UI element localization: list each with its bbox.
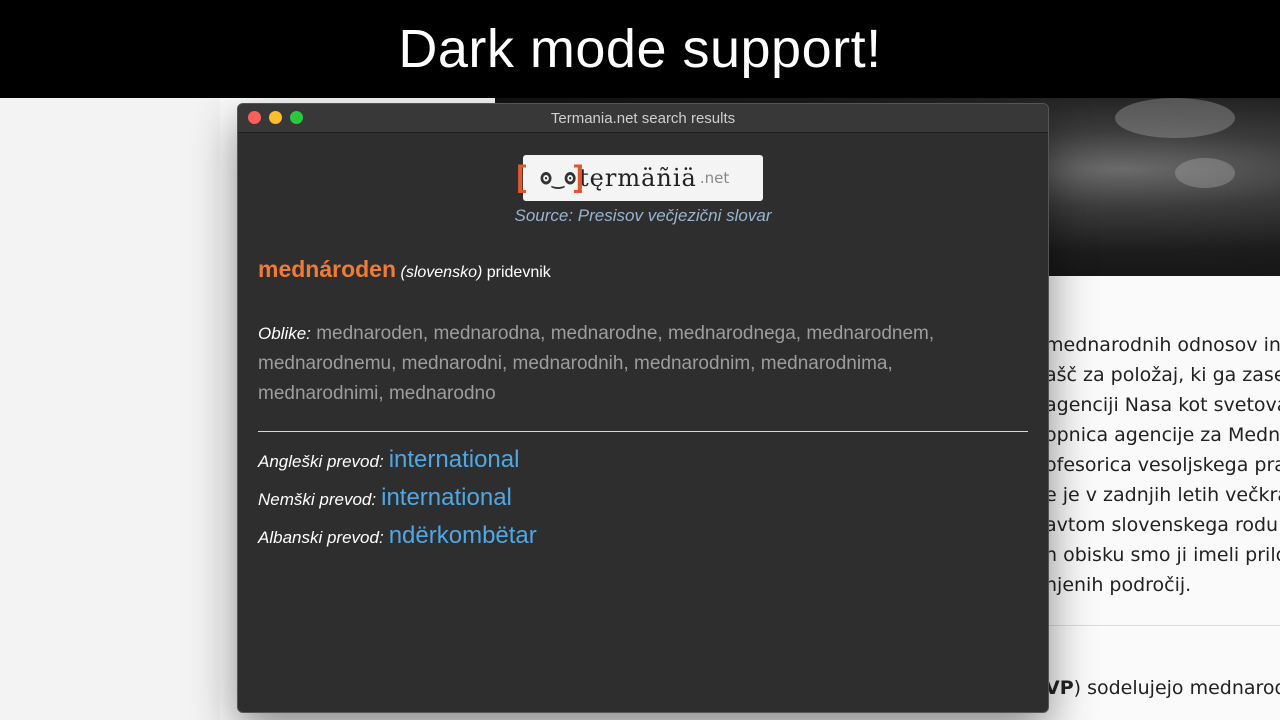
- translation-link[interactable]: international: [389, 446, 520, 474]
- translation-link[interactable]: international: [381, 484, 512, 512]
- minimize-window-button[interactable]: [269, 111, 282, 124]
- translation-link[interactable]: ndërkombëtar: [389, 522, 537, 550]
- section-divider: [258, 431, 1028, 432]
- translation-row: Angleški prevod: international: [258, 446, 1028, 484]
- termania-results-window: Termania.net search results [ ] ʘ‿ʘ tęrmä…: [237, 103, 1049, 713]
- translation-label: Nemški prevod:: [258, 490, 377, 509]
- zoom-window-button[interactable]: [290, 111, 303, 124]
- bottom-bold: VP: [1045, 677, 1074, 699]
- traffic-lights: [248, 111, 303, 124]
- promo-banner: Dark mode support!: [0, 0, 1280, 98]
- dictionary-source: Source: Presisov večjezični slovar: [514, 206, 772, 225]
- part-of-speech: pridevnik: [486, 264, 551, 281]
- forms-line: mednarodnemu, mednarodni, mednarodnih, m…: [258, 353, 893, 374]
- background-divider: [1045, 625, 1280, 626]
- article-line: mednarodnih odnosov in: [1045, 334, 1280, 356]
- article-line: ašč za položaj, ki ga zased: [1045, 364, 1280, 386]
- article-line: opnica agencije za Medn: [1045, 424, 1280, 446]
- results-content: [ ] ʘ‿ʘ tęrmäñiä .net Source: Presisov ve…: [238, 155, 1048, 560]
- logo-bracket-icon: [ ] ʘ‿ʘ: [511, 159, 589, 197]
- forms-label: Oblike:: [258, 324, 311, 343]
- translation-row: Albanski prevod: ndërkombëtar: [258, 522, 1028, 560]
- translation-label: Angleški prevod:: [258, 452, 384, 471]
- logo-tld: .net: [699, 169, 730, 187]
- termania-logo[interactable]: [ ] ʘ‿ʘ tęrmäñiä .net: [511, 155, 763, 201]
- article-line: ofesorica vesoljskega pra: [1045, 454, 1280, 476]
- translations-list: Angleški prevod: international Nemški pr…: [258, 446, 1028, 560]
- close-window-button[interactable]: [248, 111, 261, 124]
- word-forms: Oblike: mednaroden, mednarodna, mednarod…: [258, 319, 1028, 409]
- entry-language: (slovensko): [400, 264, 483, 281]
- background-bottom-text: VP) sodelujejo mednarod: [1045, 677, 1280, 699]
- entry-header: mednároden (slovensko) pridevnik: [258, 256, 1028, 283]
- background-article-text: mednarodnih odnosov in ašč za položaj, k…: [1045, 330, 1280, 600]
- headword: mednároden: [258, 256, 397, 282]
- bottom-text: ) sodelujejo mednarod: [1073, 677, 1280, 699]
- translation-row: Nemški prevod: international: [258, 484, 1028, 522]
- window-title: Termania.net search results: [550, 109, 736, 127]
- article-line: njenih področij.: [1045, 574, 1192, 596]
- forms-line: mednaroden, mednarodna, mednarodne, medn…: [316, 323, 935, 344]
- article-line: avtom slovenskega rodu: [1045, 514, 1279, 536]
- article-line: e je v zadnjih letih večkrat: [1045, 484, 1280, 506]
- forms-line: mednarodnimi, mednarodno: [258, 383, 496, 404]
- article-line: n obisku smo ji imeli prilo: [1045, 544, 1280, 566]
- translation-label: Albanski prevod:: [258, 528, 384, 547]
- background-sidebar: [0, 98, 220, 720]
- banner-text: Dark mode support!: [398, 19, 882, 79]
- window-titlebar[interactable]: Termania.net search results: [238, 104, 1048, 133]
- logo-word: tęrmäñiä: [579, 164, 697, 192]
- article-line: agenciji Nasa kot svetova: [1045, 394, 1280, 416]
